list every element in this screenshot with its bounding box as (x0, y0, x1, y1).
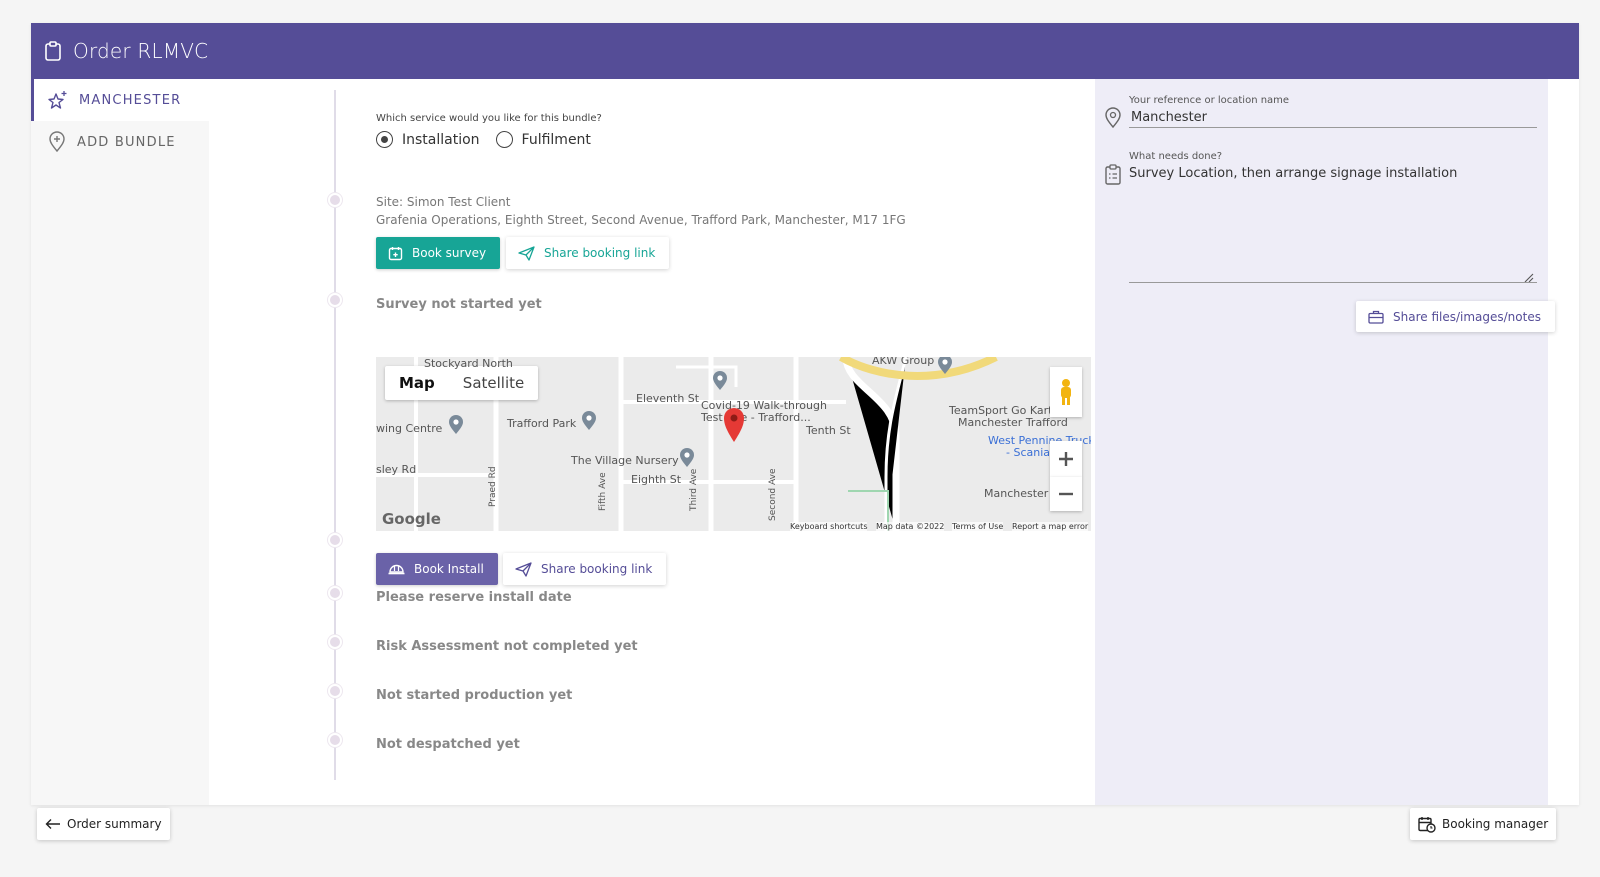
share-install-link-button[interactable]: Share booking link (503, 553, 667, 585)
risk-assessment-status: Risk Assessment not completed yet (376, 639, 638, 654)
map-label: sley Rd (376, 463, 417, 476)
share-link-label: Share booking link (541, 562, 653, 576)
order-header: Order RLMVC (31, 23, 1579, 79)
calendar-clock-icon (1418, 816, 1436, 833)
bundle-details-panel: Your reference or location name Manchest… (1095, 79, 1555, 805)
map-poi-pin-icon (581, 411, 597, 435)
share-files-button[interactable]: Share files/images/notes (1356, 301, 1555, 332)
map-label: Tenth St (806, 424, 851, 437)
timeline-dot (328, 684, 342, 698)
hard-hat-icon (388, 562, 405, 576)
timeline-dot (328, 733, 342, 747)
timeline-dot (328, 586, 342, 600)
map-label: Second Ave (768, 468, 778, 521)
site-name: Site: Simon Test Client (376, 195, 511, 209)
booking-manager-button[interactable]: Booking manager (1410, 808, 1557, 840)
map-label: Trafford Park (507, 417, 577, 430)
timeline-dot (328, 533, 342, 547)
install-date-status: Please reserve install date (376, 590, 572, 605)
page-title: Order RLMVC (73, 39, 209, 63)
timeline-dot (328, 193, 342, 207)
despatch-status: Not despatched yet (376, 737, 520, 752)
map-tab-satellite[interactable]: Satellite (449, 366, 538, 400)
street-view-pegman-icon[interactable] (1050, 367, 1082, 417)
map-poi-pin-icon (679, 448, 695, 472)
map-label: - Scania (1006, 446, 1051, 459)
radio-checked-icon[interactable] (376, 131, 393, 148)
book-survey-button[interactable]: Book survey (376, 237, 501, 269)
map-label: Eleventh St (636, 392, 700, 405)
book-install-button[interactable]: Book Install (376, 553, 498, 585)
map-poi-pin-icon (712, 371, 728, 395)
map-keyboard-shortcuts-link[interactable]: Keyboard shortcuts (790, 522, 868, 531)
sidebar-item-manchester[interactable]: MANCHESTER (31, 79, 209, 121)
timeline-dot (328, 293, 342, 307)
map-pin-plus-icon (47, 131, 67, 153)
map-type-tabs: Map Satellite (385, 366, 539, 400)
map-terms-link[interactable]: Terms of Use (952, 522, 1004, 531)
location-map[interactable]: Map Satellite Stockyard North Eleventh S… (376, 357, 1091, 531)
map-label: Manchester Trafford (958, 416, 1068, 429)
reference-input-underline (1129, 127, 1537, 128)
needs-label: What needs done? (1129, 151, 1223, 162)
order-summary-label: Order summary (67, 817, 162, 831)
survey-status: Survey not started yet (376, 297, 542, 312)
book-install-label: Book Install (414, 562, 484, 576)
calendar-plus-icon (388, 246, 403, 261)
clipboard-list-icon (1104, 164, 1122, 190)
service-question: Which service would you like for this bu… (376, 113, 602, 124)
share-files-label: Share files/images/notes (1393, 309, 1541, 324)
map-label: AKW Group (872, 357, 935, 367)
needs-textarea[interactable]: Survey Location, then arrange signage in… (1129, 166, 1457, 181)
sidebar-item-label: ADD BUNDLE (77, 134, 176, 150)
sidebar-item-add-bundle[interactable]: ADD BUNDLE (31, 121, 209, 163)
reference-label: Your reference or location name (1129, 95, 1290, 106)
map-label: The Village Nursery (571, 454, 679, 467)
radio-label: Installation (402, 131, 480, 148)
map-label: Praed Rd (488, 466, 498, 507)
briefcase-icon (1368, 310, 1384, 324)
sparkle-star-icon (47, 89, 69, 111)
map-label: Eighth St (631, 473, 682, 486)
arrow-left-icon (45, 818, 61, 830)
zoom-out-icon[interactable] (1050, 477, 1082, 511)
book-survey-label: Book survey (412, 246, 487, 260)
map-label: Stockyard North (424, 357, 513, 370)
map-poi-pin-icon (937, 357, 953, 379)
map-report-error-link[interactable]: Report a map error (1012, 522, 1089, 531)
sidebar-item-label: MANCHESTER (79, 92, 182, 108)
service-radio-group: Installation Fulfilment (376, 131, 607, 148)
radio-unchecked-icon[interactable] (495, 131, 513, 148)
map-data-attribution: Map data ©2022 (876, 522, 945, 531)
map-label: Manchester (984, 487, 1049, 500)
share-survey-link-button[interactable]: Share booking link (506, 237, 670, 269)
google-logo: Google (382, 510, 441, 528)
site-address: Grafenia Operations, Eighth Street, Seco… (376, 213, 906, 227)
booking-manager-label: Booking manager (1442, 817, 1549, 831)
order-summary-button[interactable]: Order summary (37, 808, 170, 840)
radio-fulfilment[interactable]: Fulfilment (495, 131, 591, 148)
radio-installation[interactable]: Installation (376, 131, 480, 148)
map-label: Fifth Ave (598, 472, 608, 511)
reference-input[interactable]: Manchester (1131, 110, 1207, 125)
needs-textarea-underline (1129, 282, 1537, 283)
timeline-dot (328, 635, 342, 649)
location-marker-icon (723, 407, 745, 447)
location-pin-icon (1103, 107, 1123, 133)
production-status: Not started production yet (376, 688, 573, 703)
clipboard-icon (43, 40, 63, 62)
paper-plane-icon (518, 245, 535, 261)
map-label: Third Ave (689, 468, 699, 511)
share-link-label: Share booking link (544, 246, 656, 260)
paper-plane-icon (515, 561, 532, 577)
map-label: Test Site - Trafford... (701, 411, 811, 424)
map-tab-map[interactable]: Map (385, 366, 449, 400)
order-card: Order RLMVC MANCHESTER ADD BUNDLE Which … (31, 23, 1579, 805)
map-poi-pin-icon (448, 415, 464, 439)
map-label: wing Centre (376, 422, 443, 435)
sidebar: MANCHESTER ADD BUNDLE (31, 79, 209, 805)
resize-handle-icon[interactable] (1522, 268, 1534, 287)
zoom-in-icon[interactable] (1050, 441, 1082, 477)
radio-label: Fulfilment (521, 131, 591, 148)
